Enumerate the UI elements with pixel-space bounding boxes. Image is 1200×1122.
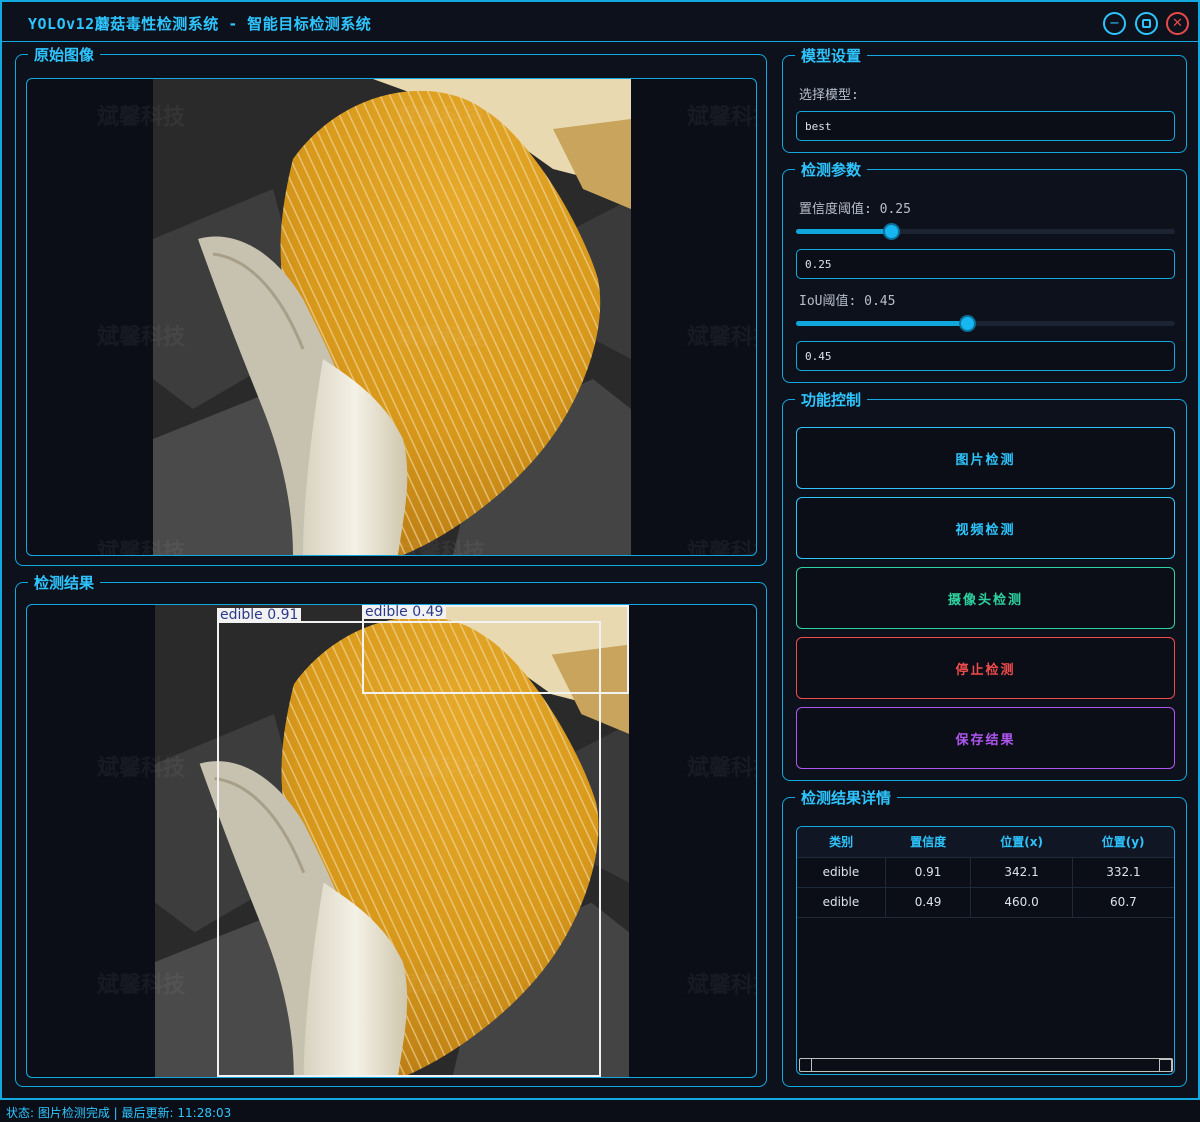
detection-params-title: 检测参数 xyxy=(795,160,868,180)
original-image-title: 原始图像 xyxy=(28,45,101,65)
status-text: 状态: 图片检测完成 | 最后更新: 11:28:03 xyxy=(6,1106,232,1120)
table-cell: 0.49 xyxy=(885,887,972,918)
table-row[interactable]: edible 0.91 342.1 332.1 xyxy=(797,857,1174,888)
detection-label: edible 0.49 xyxy=(362,605,447,619)
watermark: 斌馨科技 xyxy=(687,756,756,781)
table-cell: 460.0 xyxy=(970,887,1073,918)
watermark: 斌馨科技 xyxy=(397,973,486,998)
detection-params-panel: 检测参数 置信度阈值: 0.25 0.25 IoU阈值: 0.45 0.45 xyxy=(782,160,1187,383)
table-cell: edible xyxy=(797,887,886,918)
watermark: 斌馨科技 xyxy=(397,756,486,781)
original-image-frame: 斌馨科技 斌馨科技 斌馨科技 斌馨科技 斌馨科技 斌馨科技 斌馨科技 斌馨科技 … xyxy=(26,78,757,556)
detection-result-panel: 检测结果 edible 0.91 edible 0.49 斌馨科技 斌馨科技 斌… xyxy=(15,573,767,1087)
table-cell: 342.1 xyxy=(970,857,1073,888)
camera-detect-button[interactable]: 摄像头检测 xyxy=(796,567,1175,629)
result-image: edible 0.91 edible 0.49 xyxy=(155,605,629,1077)
detection-result-title: 检测结果 xyxy=(28,573,101,593)
image-detect-button[interactable]: 图片检测 xyxy=(796,427,1175,489)
table-cell: 0.91 xyxy=(885,857,972,888)
confidence-slider-fill xyxy=(796,229,891,234)
table-cell: edible xyxy=(797,857,886,888)
result-image-frame: edible 0.91 edible 0.49 斌馨科技 斌馨科技 斌馨科技 斌… xyxy=(26,604,757,1078)
confidence-slider-handle[interactable] xyxy=(882,223,900,240)
iou-slider-fill xyxy=(796,321,967,326)
detection-details-title: 检测结果详情 xyxy=(795,788,898,808)
model-select-label: 选择模型: xyxy=(799,88,859,103)
column-header[interactable]: 位置(x) xyxy=(970,827,1073,858)
table-header: 类别 置信度 位置(x) 位置(y) xyxy=(797,827,1174,858)
iou-input[interactable]: 0.45 xyxy=(796,341,1175,371)
horizontal-scrollbar[interactable] xyxy=(799,1058,1173,1072)
stop-detect-button[interactable]: 停止检测 xyxy=(796,637,1175,699)
column-header[interactable]: 位置(y) xyxy=(1072,827,1174,858)
iou-slider[interactable] xyxy=(796,315,1175,332)
close-icon[interactable]: ✕ xyxy=(1166,12,1189,35)
confidence-input[interactable]: 0.25 xyxy=(796,249,1175,279)
function-control-title: 功能控制 xyxy=(795,390,868,410)
watermark: 斌馨科技 xyxy=(397,325,486,350)
original-image-panel: 原始图像 斌馨科技 斌馨科技 斌馨科技 斌馨科技 斌馨科技 斌馨科技 斌馨科技 … xyxy=(15,45,767,566)
status-bar: 状态: 图片检测完成 | 最后更新: 11:28:03 xyxy=(0,1100,1200,1122)
watermark: 斌馨科技 xyxy=(97,540,186,556)
title-bar: YOLOv12蘑菇毒性检测系统 - 智能目标检测系统 − ✕ xyxy=(2,2,1198,42)
watermark: 斌馨科技 xyxy=(97,105,186,130)
column-header[interactable]: 类别 xyxy=(797,827,886,858)
window-title: YOLOv12蘑菇毒性检测系统 - 智能目标检测系统 xyxy=(28,15,372,33)
function-control-panel: 功能控制 图片检测 视频检测 摄像头检测 停止检测 保存结果 xyxy=(782,390,1187,781)
detection-label: edible 0.91 xyxy=(217,608,302,622)
iou-label: IoU阈值: 0.45 xyxy=(799,294,896,309)
iou-slider-handle[interactable] xyxy=(958,315,976,332)
watermark: 斌馨科技 xyxy=(687,540,756,556)
watermark: 斌馨科技 xyxy=(687,325,756,350)
detection-details-panel: 检测结果详情 类别 置信度 位置(x) 位置(y) edible 0.91 34… xyxy=(782,788,1187,1087)
results-table: 类别 置信度 位置(x) 位置(y) edible 0.91 342.1 332… xyxy=(796,826,1175,1075)
model-select[interactable]: best xyxy=(796,111,1175,141)
scroll-left-arrow[interactable] xyxy=(800,1059,812,1071)
watermark: 斌馨科技 xyxy=(687,973,756,998)
video-detect-button[interactable]: 视频检测 xyxy=(796,497,1175,559)
watermark: 斌馨科技 xyxy=(687,105,756,130)
app-window: YOLOv12蘑菇毒性检测系统 - 智能目标检测系统 − ✕ 原始图像 斌馨科技… xyxy=(0,0,1200,1100)
confidence-label: 置信度阈值: 0.25 xyxy=(799,202,911,217)
watermark: 斌馨科技 xyxy=(397,540,486,556)
minimize-icon[interactable]: − xyxy=(1103,12,1126,35)
maximize-icon[interactable] xyxy=(1135,12,1158,35)
watermark: 斌馨科技 xyxy=(97,756,186,781)
table-cell: 60.7 xyxy=(1072,887,1174,918)
table-row[interactable]: edible 0.49 460.0 60.7 xyxy=(797,887,1174,918)
save-result-button[interactable]: 保存结果 xyxy=(796,707,1175,769)
table-cell: 332.1 xyxy=(1072,857,1174,888)
watermark: 斌馨科技 xyxy=(97,325,186,350)
original-image xyxy=(153,79,631,555)
column-header[interactable]: 置信度 xyxy=(885,827,971,858)
scroll-corner xyxy=(1159,1059,1172,1072)
watermark: 斌馨科技 xyxy=(397,105,486,130)
model-settings-panel: 模型设置 选择模型: best xyxy=(782,46,1187,153)
model-settings-title: 模型设置 xyxy=(795,46,868,66)
watermark: 斌馨科技 xyxy=(97,973,186,998)
confidence-slider[interactable] xyxy=(796,223,1175,240)
